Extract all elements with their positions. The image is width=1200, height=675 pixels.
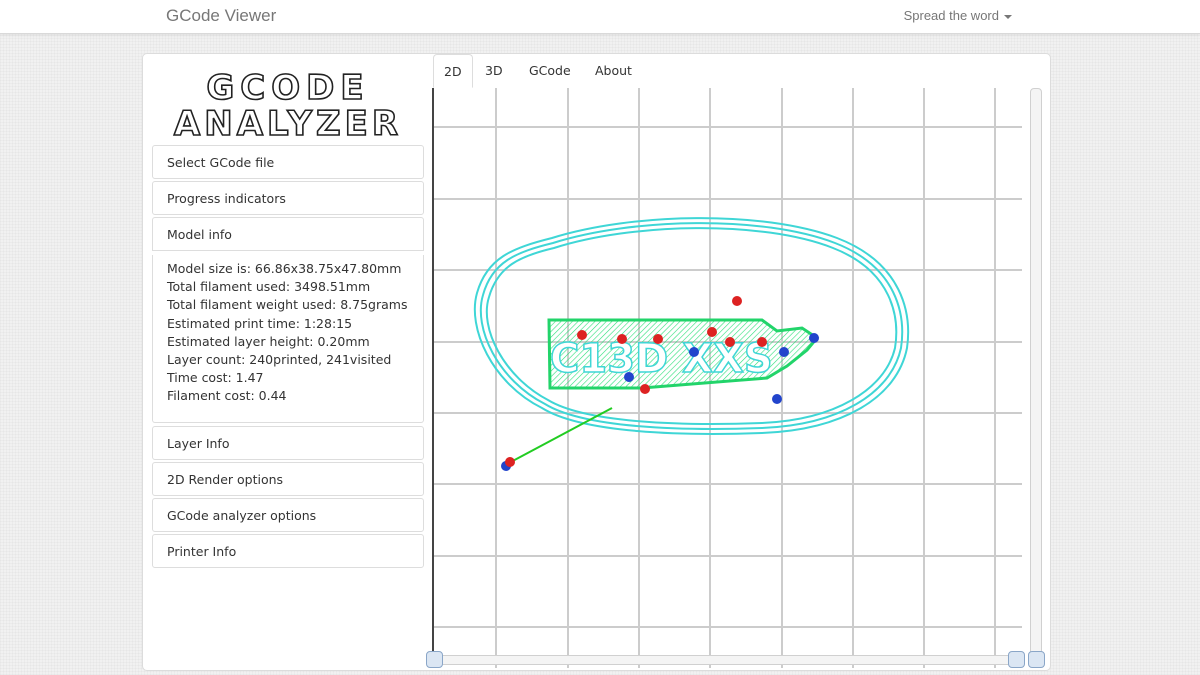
panel-select-gcode-file[interactable]: Select GCode file: [152, 145, 424, 179]
panel-gcode-analyzer-options[interactable]: GCode analyzer options: [152, 498, 424, 532]
panel-printer-info[interactable]: Printer Info: [152, 534, 424, 568]
spread-the-word-dropdown[interactable]: Spread the word: [904, 8, 1012, 23]
tab-gcode[interactable]: GCode: [519, 54, 581, 88]
logo-line-2: ANALYZER: [173, 103, 403, 145]
spread-the-word-label: Spread the word: [903, 8, 999, 23]
render-svg: C13D XXS: [432, 88, 1022, 668]
model-info-body: Model size is: 66.86x38.75x47.80mm Total…: [152, 255, 424, 423]
filament-weight-line: Total filament weight used: 8.75grams: [167, 297, 408, 313]
panel-model-info[interactable]: Model info: [152, 217, 424, 251]
progress-slider-horizontal[interactable]: [434, 655, 1024, 665]
tab-3d[interactable]: 3D: [475, 54, 513, 88]
panel-progress-indicators[interactable]: Progress indicators: [152, 181, 424, 215]
main-container: GCODE ANALYZER Select GCode file Progres…: [142, 53, 1051, 671]
filament-cost-line: Filament cost: 0.44: [167, 388, 287, 404]
panel-2d-render-options[interactable]: 2D Render options: [152, 462, 424, 496]
logo-line-1: GCODE: [206, 67, 370, 109]
panel-layer-info[interactable]: Layer Info: [152, 426, 424, 460]
model-part: C13D XXS: [547, 318, 820, 390]
tab-about[interactable]: About: [585, 54, 642, 88]
top-navbar: GCode Viewer Spread the word: [0, 0, 1200, 34]
total-filament-line: Total filament used: 3498.51mm: [167, 279, 371, 295]
caret-down-icon: [1004, 14, 1012, 19]
layer-count-line: Layer count: 240printed, 241visited: [167, 351, 392, 367]
model-size-line: Model size is: 66.86x38.75x47.80mm: [167, 261, 402, 276]
render-canvas-2d[interactable]: C13D XXS: [432, 88, 1042, 668]
horizontal-slider-start-handle[interactable]: [426, 651, 443, 668]
vertical-slider-handle[interactable]: [1028, 651, 1045, 668]
horizontal-slider-end-handle[interactable]: [1008, 651, 1025, 668]
model-text: C13D XXS: [550, 336, 773, 382]
time-cost-line: Time cost: 1.47: [167, 370, 264, 386]
layer-slider-vertical[interactable]: [1030, 88, 1042, 662]
gcode-analyzer-logo: GCODE ANALYZER: [153, 66, 423, 145]
print-time-line: Estimated print time: 1:28:15: [167, 315, 353, 331]
app-brand[interactable]: GCode Viewer: [166, 6, 276, 26]
tab-2d[interactable]: 2D: [433, 54, 473, 88]
layer-height-line: Estimated layer height: 0.20mm: [167, 333, 370, 349]
